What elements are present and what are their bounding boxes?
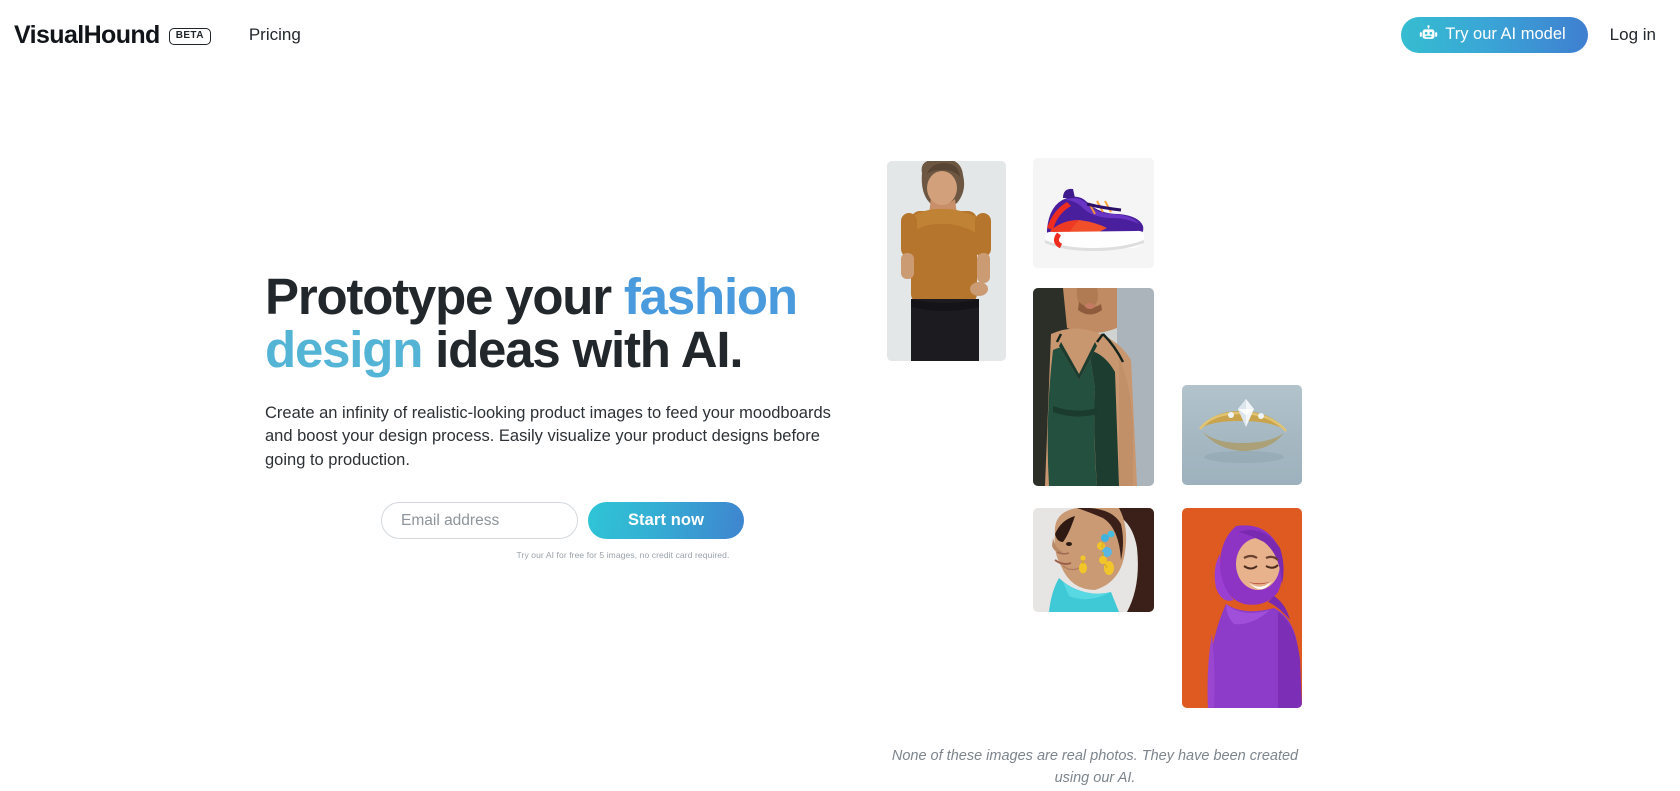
top-navigation-bar: VisualHound BETA Pricing Try our AI mode… [0, 0, 1680, 70]
collage-caption: None of these images are real photos. Th… [891, 747, 1299, 786]
image-green-dress [1033, 288, 1154, 486]
image-collage: None of these images are real photos. Th… [0, 70, 1680, 791]
login-link[interactable]: Log in [1610, 25, 1656, 45]
brand-name: VisualHound [14, 20, 160, 49]
hero-section: Prototype your fashion design ideas with… [0, 70, 1680, 791]
image-sneaker [1033, 158, 1154, 268]
image-earrings [1033, 508, 1154, 612]
brand-logo[interactable]: VisualHound BETA [14, 20, 211, 49]
robot-icon [1419, 25, 1438, 44]
try-our-ai-model-button[interactable]: Try our AI model [1401, 17, 1588, 53]
try-our-ai-model-label: Try our AI model [1445, 25, 1566, 43]
image-purple-hair [1182, 508, 1302, 708]
image-gold-ring [1182, 385, 1302, 485]
image-tshirt-model [887, 161, 1006, 361]
nav-link-pricing[interactable]: Pricing [249, 25, 301, 45]
beta-badge: BETA [168, 27, 211, 45]
nav-right-group: Try our AI model Log in [1401, 17, 1664, 53]
